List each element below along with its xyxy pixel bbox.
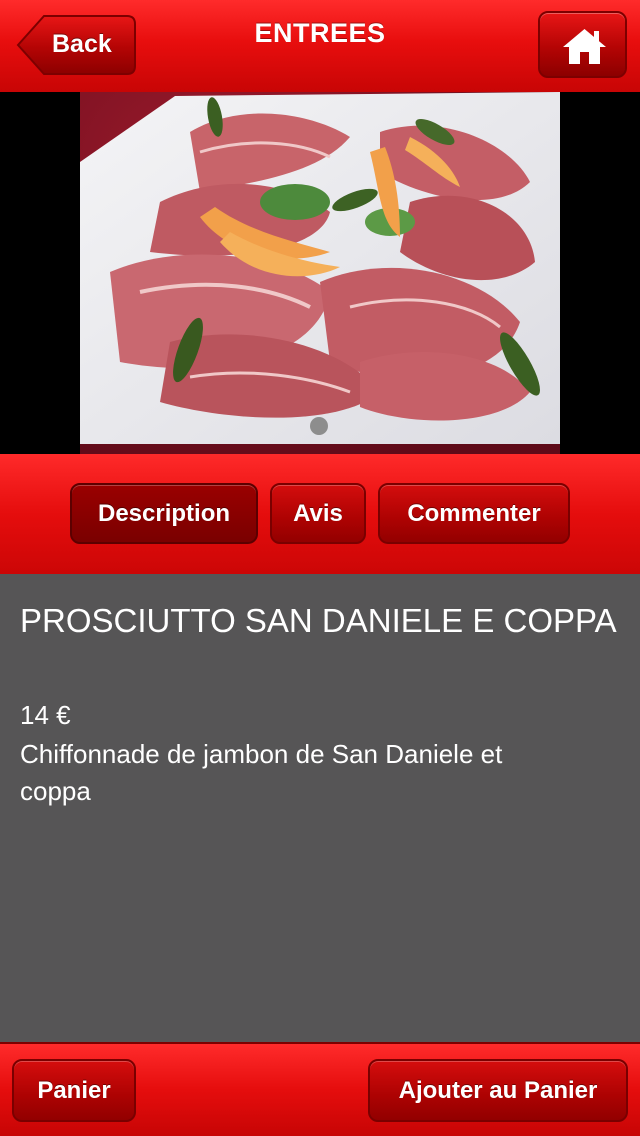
home-icon — [563, 29, 606, 64]
page-indicator-dot — [310, 417, 328, 435]
dish-photo — [80, 92, 560, 454]
item-details: PROSCIUTTO SAN DANIELE E COPPA 14 € Chif… — [0, 574, 640, 1042]
tab-avis[interactable]: Avis — [270, 483, 366, 544]
tab-commenter[interactable]: Commenter — [378, 483, 570, 544]
photo-gallery[interactable] — [0, 92, 640, 454]
item-name: PROSCIUTTO SAN DANIELE E COPPA — [20, 602, 617, 639]
dish-photo-art — [80, 92, 560, 454]
item-price: 14 € — [20, 700, 71, 730]
cart-button[interactable]: Panier — [12, 1059, 136, 1122]
tab-bar: Description Avis Commenter — [0, 454, 640, 574]
bottom-bar: Panier Ajouter au Panier — [0, 1042, 640, 1136]
home-button[interactable] — [538, 11, 627, 78]
add-to-cart-button[interactable]: Ajouter au Panier — [368, 1059, 628, 1122]
top-bar: Back ENTREES — [0, 0, 640, 92]
item-description: Chiffonnade de jambon de San Daniele et … — [20, 739, 503, 806]
tab-description[interactable]: Description — [70, 483, 258, 544]
